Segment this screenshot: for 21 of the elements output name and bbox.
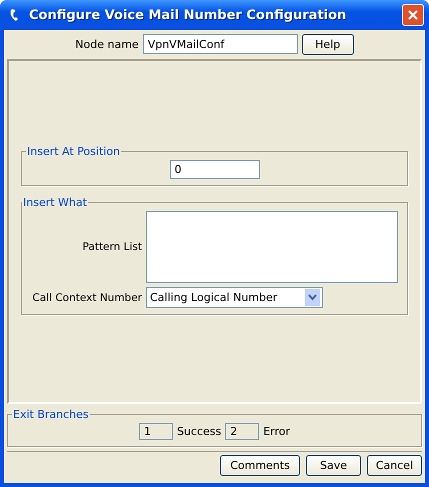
node-name-label: Node name bbox=[75, 38, 139, 50]
call-context-label: Call Context Number bbox=[31, 292, 142, 304]
dialog-button[interactable]: Comments bbox=[220, 455, 300, 476]
dialog-button[interactable]: Cancel bbox=[367, 455, 422, 476]
group-legend: Insert What bbox=[22, 196, 88, 209]
group-legend: Exit Branches bbox=[12, 408, 90, 421]
branch-number-field: 2 bbox=[225, 423, 260, 440]
branch-number-field: 1 bbox=[138, 423, 173, 440]
position-field[interactable]: 0 bbox=[170, 160, 260, 179]
window-title: Configure Voice Mail Number Configuration bbox=[29, 8, 348, 22]
branch-label: Error bbox=[263, 425, 290, 438]
pattern-list-label: Pattern List bbox=[82, 241, 142, 253]
help-button[interactable]: Help bbox=[302, 34, 354, 54]
close-button[interactable] bbox=[402, 4, 424, 26]
group-legend: Insert At Position bbox=[26, 145, 122, 158]
node-name-field[interactable]: VpnVMailConf bbox=[142, 34, 298, 54]
dialog-button[interactable]: Save bbox=[306, 455, 361, 476]
branch-label: Success bbox=[176, 425, 222, 438]
close-icon bbox=[407, 9, 419, 21]
call-context-dropdown[interactable]: Calling Logical Number bbox=[146, 287, 323, 308]
pattern-list-field[interactable] bbox=[146, 211, 398, 283]
